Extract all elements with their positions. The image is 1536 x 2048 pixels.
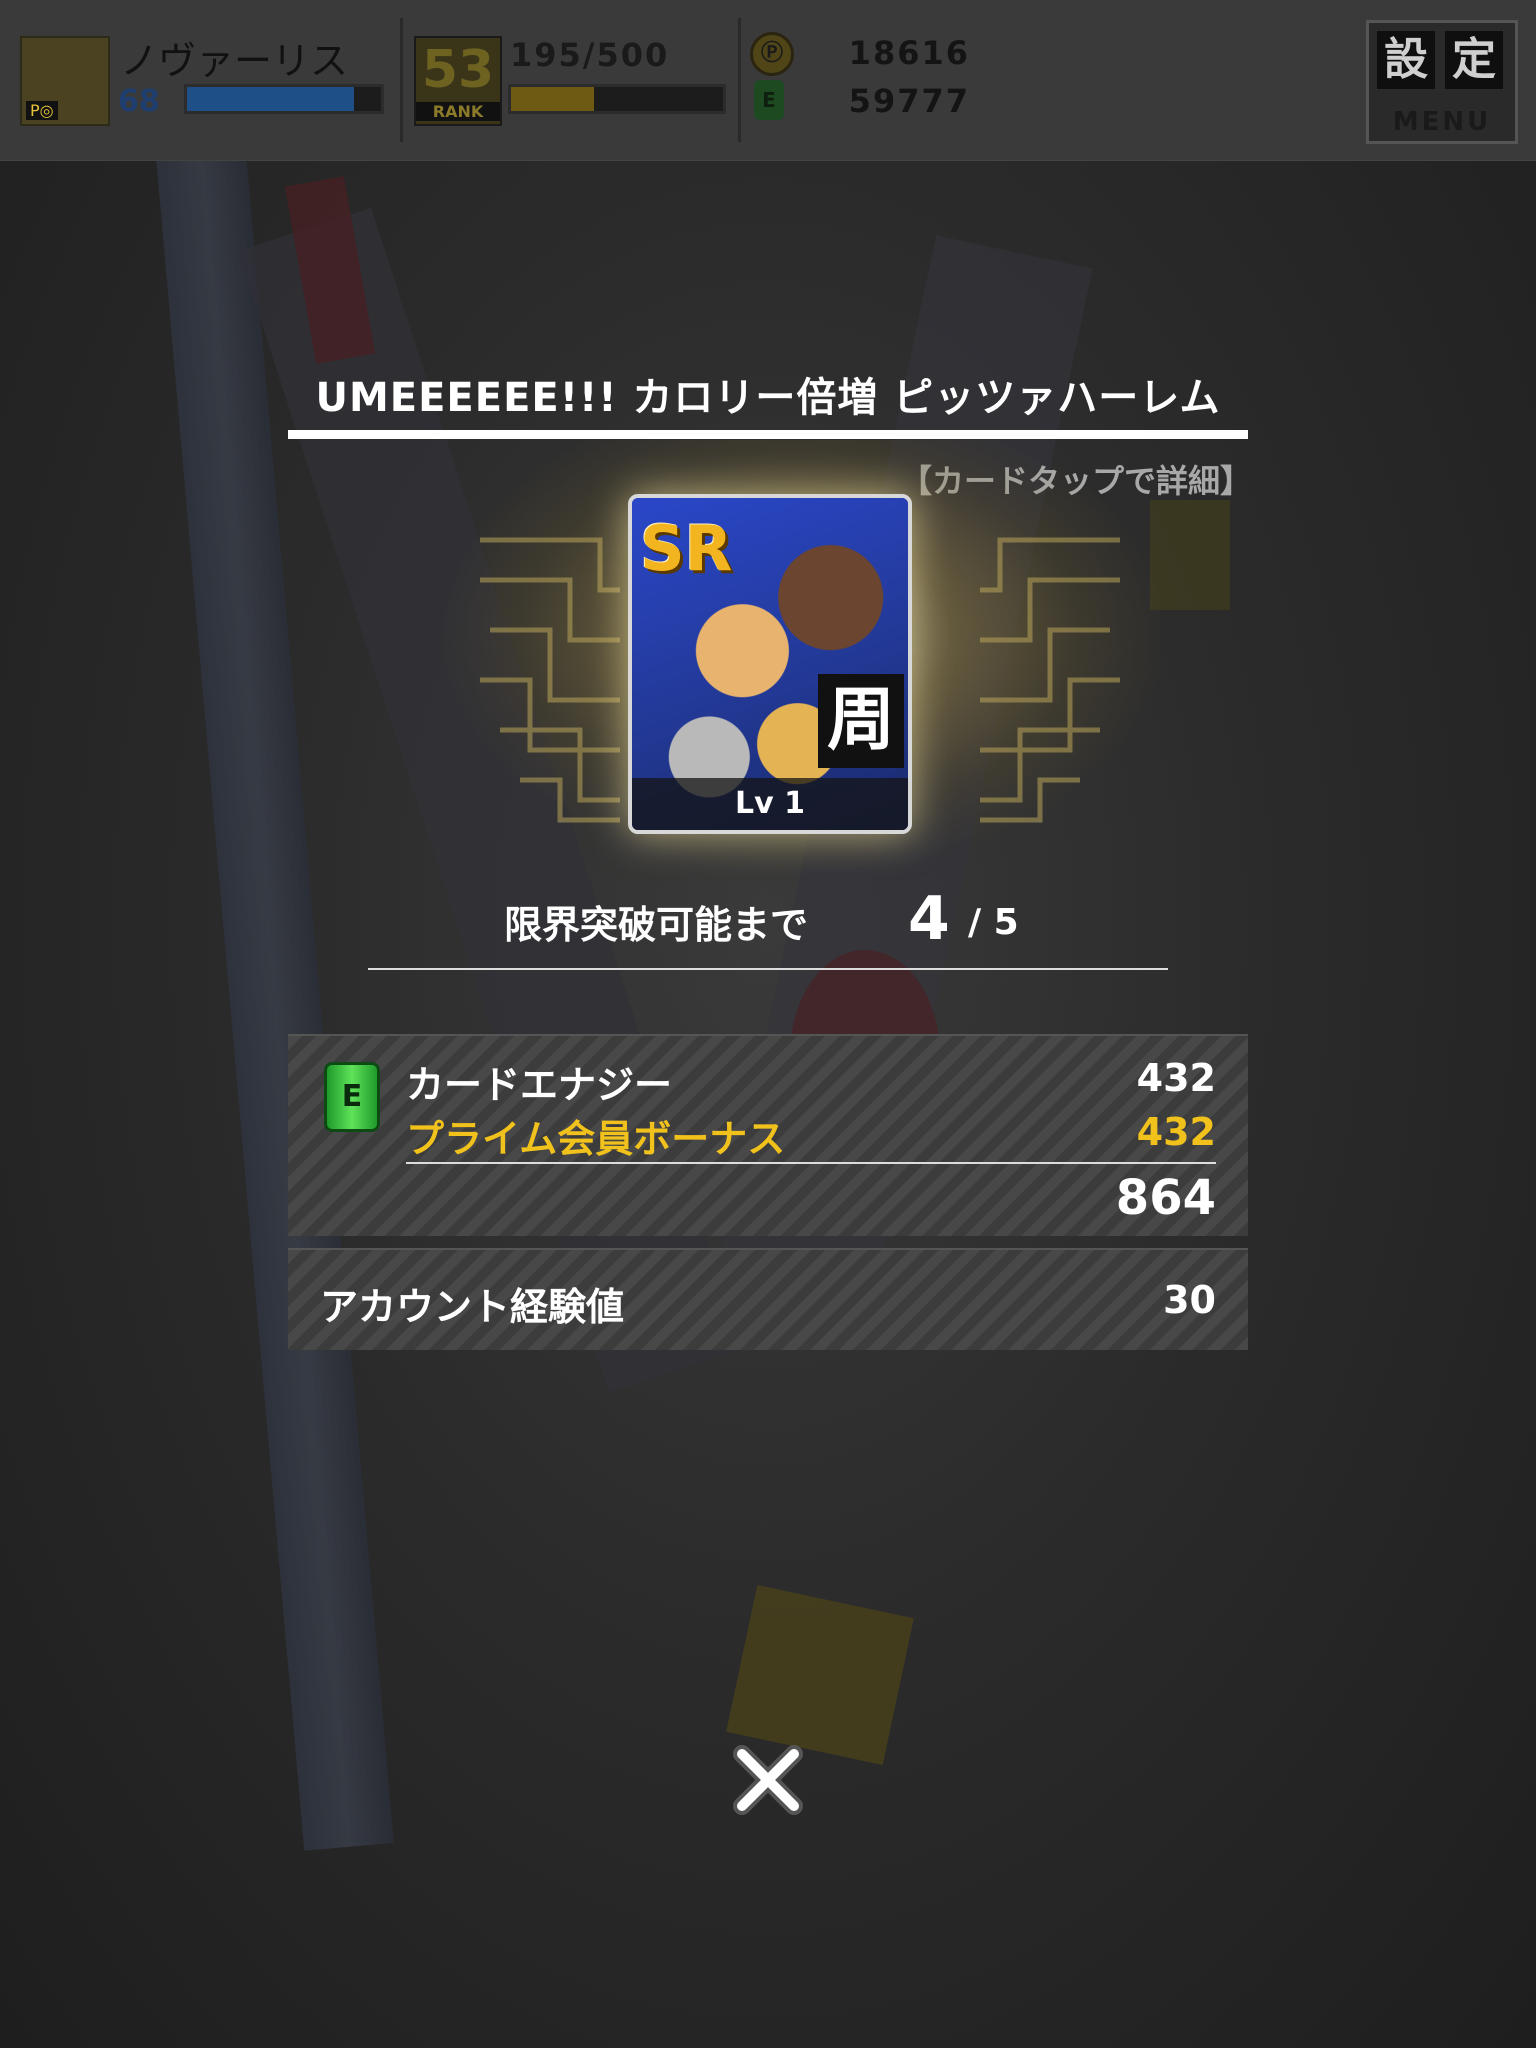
reward-card[interactable]: SR 周 Lv 1 [628,494,912,834]
menu-kanji-2: 定 [1445,31,1503,89]
prime-bonus-label: プライム会員ボーナス [406,1117,786,1161]
limit-break-max: / 5 [968,902,1019,943]
rank-badge: 53 RANK [414,36,502,126]
card-level: Lv 1 [632,778,908,830]
limit-break-current: 4 [908,884,950,954]
card-type-badge: 周 [818,674,904,768]
card-energy-label: カードエナジー [406,1063,673,1107]
account-exp-reward: アカウント経験値 30 [288,1248,1248,1350]
settings-menu-button[interactable]: 設 定 MENU [1366,20,1518,144]
account-exp-label: アカウント経験値 [320,1285,625,1329]
player-level: 68 [118,84,160,119]
card-title: UMEEEEEE!!! カロリー倍増 ピッツァハーレム [315,375,1221,421]
player-avatar[interactable]: P◎ [20,36,110,126]
card-energy-reward: E カードエナジー 432 プライム会員ボーナス 432 864 [288,1034,1248,1236]
player-tag: P◎ [26,101,58,120]
menu-label: MENU [1392,107,1492,137]
card-energy-total: 864 [1115,1170,1216,1226]
card-energy-value: 432 [1136,1056,1216,1100]
prime-bonus-value: 432 [1136,1110,1216,1154]
limit-break-divider [368,968,1168,970]
rank-number: 53 [421,40,495,100]
exp-bar [184,84,384,114]
energy-can-icon: E [324,1062,380,1132]
rank-label: RANK [416,102,500,121]
energy-count: 59777 [848,82,970,120]
coin-icon: Ⓟ [750,32,794,76]
coin-count: 18616 [848,34,970,72]
energy-can-icon: E [754,80,784,120]
stamina-text: 195/500 [510,36,670,74]
stamina-bar [508,84,726,114]
close-icon[interactable] [728,1740,808,1820]
player-name: ノヴァーリス [120,39,349,83]
rarity-badge: SR [640,512,733,585]
top-status-bar: P◎ ノヴァーリス 68 53 RANK 195/500 Ⓟ 18616 E 5… [0,0,1536,161]
title-underline [288,430,1248,439]
energy-divider [406,1162,1216,1164]
menu-kanji-1: 設 [1377,31,1435,89]
limit-break-label: 限界突破可能まで [504,903,809,947]
account-exp-value: 30 [1163,1278,1216,1322]
